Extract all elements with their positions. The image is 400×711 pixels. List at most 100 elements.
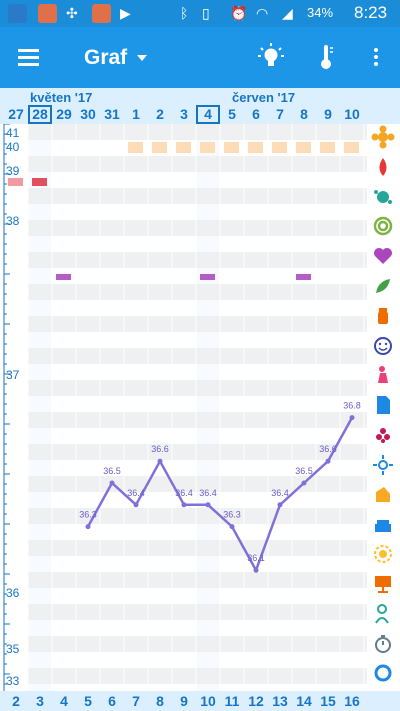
temperature-point[interactable] (205, 502, 211, 508)
cycle-day-cell: 12 (248, 693, 264, 709)
event-marker[interactable] (200, 274, 215, 280)
event-marker[interactable] (296, 274, 311, 280)
y-tick-label: 41 (6, 126, 20, 140)
symptom-marker[interactable] (128, 142, 143, 153)
battery-level: 34% (307, 5, 334, 20)
pink-figure-icon[interactable] (370, 362, 396, 388)
day-header-cell[interactable]: 2 (148, 105, 172, 124)
symptom-marker[interactable] (176, 142, 191, 153)
temperature-point[interactable] (133, 502, 139, 508)
day-header-cell[interactable]: 3 (172, 105, 196, 124)
day-header-cell[interactable]: 6 (244, 105, 268, 124)
cycle-day-cell: 16 (344, 693, 360, 709)
bandage-icon[interactable] (370, 482, 396, 508)
signal-icon: ◢ (282, 5, 293, 21)
symptom-marker[interactable] (224, 142, 239, 153)
day-header-cell[interactable]: 27 (4, 105, 28, 124)
month-header: květen '17 červen '17 (0, 88, 400, 105)
cake-icon[interactable] (370, 511, 396, 537)
menu-icon[interactable] (16, 44, 42, 70)
spark-icon[interactable] (370, 452, 396, 478)
clock: 8:23 (354, 3, 388, 22)
symptom-marker[interactable] (344, 142, 359, 153)
temperature-point[interactable] (301, 480, 307, 486)
flower-icon[interactable] (370, 124, 396, 150)
y-tick-label: 35 (6, 642, 20, 656)
smiley-icon[interactable] (370, 333, 396, 359)
cycle-day-cell: 2 (12, 693, 20, 709)
temperature-label: 36.4 (271, 488, 289, 498)
leaf-icon[interactable] (370, 273, 396, 299)
day-header-cell[interactable]: 30 (76, 105, 100, 124)
temperature-point[interactable] (229, 524, 235, 530)
document-icon[interactable] (370, 392, 396, 418)
view-selector[interactable]: Graf (84, 43, 148, 73)
cycle-icon[interactable] (370, 660, 396, 686)
month-label: červen '17 (232, 90, 296, 105)
symptom-marker[interactable] (320, 142, 335, 153)
virus-icon[interactable] (370, 184, 396, 210)
symptom-marker[interactable] (200, 142, 215, 153)
cycle-day-cell: 15 (320, 693, 336, 709)
symptom-marker[interactable] (296, 142, 311, 153)
day-header-cell[interactable]: 7 (268, 105, 292, 124)
orange-app-icon-2 (92, 4, 111, 23)
cycle-day-cell: 13 (272, 693, 288, 709)
temperature-label: 36.4 (127, 488, 145, 498)
temperature-point[interactable] (277, 502, 283, 508)
symptom-marker[interactable] (248, 142, 263, 153)
cycle-day-cell: 10 (200, 693, 216, 709)
app-bar: Graf (0, 27, 400, 88)
rings-icon[interactable] (370, 213, 396, 239)
temperature-point[interactable] (157, 458, 163, 464)
temperature-label: 36.6 (151, 444, 169, 454)
day-header-cell[interactable]: 4 (196, 105, 220, 124)
day-header-cell[interactable]: 5 (220, 105, 244, 124)
play-store-icon: ▶ (120, 5, 131, 21)
day-header-cell[interactable]: 31 (100, 105, 124, 124)
temperature-point[interactable] (109, 480, 115, 486)
p-app-icon (8, 4, 27, 23)
day-header-cell[interactable]: 1 (124, 105, 148, 124)
temperature-label: 36.3 (223, 510, 241, 520)
wifi-icon: ◠ (256, 5, 269, 21)
cycle-day-cell: 3 (36, 693, 44, 709)
temperature-label: 36.4 (175, 488, 193, 498)
temperature-label: 36.4 (199, 488, 217, 498)
cycle-day-cell: 7 (132, 693, 140, 709)
pill-bottle-icon[interactable] (370, 303, 396, 329)
gear-flower-icon[interactable] (370, 541, 396, 567)
day-header-cell[interactable]: 29 (52, 105, 76, 124)
presentation-icon[interactable] (370, 571, 396, 597)
day-header-cell[interactable]: 28 (28, 105, 52, 124)
bleeding-marker[interactable] (32, 178, 47, 186)
day-header-cell[interactable]: 9 (316, 105, 340, 124)
overflow-menu-icon[interactable] (359, 40, 393, 74)
doctor-icon[interactable] (370, 601, 396, 627)
y-tick-label: 36 (6, 586, 20, 600)
bleeding-marker[interactable] (8, 178, 23, 186)
cycle-day-cell: 9 (180, 693, 188, 709)
berry-icon[interactable] (370, 422, 396, 448)
temperature-point[interactable] (349, 415, 355, 421)
symptom-marker[interactable] (272, 142, 287, 153)
temperature-point[interactable] (181, 502, 187, 508)
day-header-cell[interactable]: 10 (340, 105, 364, 124)
thermometer-icon[interactable] (309, 40, 343, 74)
heart-icon[interactable] (370, 243, 396, 269)
event-marker[interactable] (56, 274, 71, 280)
lightbulb-icon[interactable] (254, 40, 288, 74)
month-label: květen '17 (30, 90, 93, 105)
pinwheel-icon: ✣ (66, 5, 78, 21)
timer-icon[interactable] (370, 631, 396, 657)
temperature-point[interactable] (85, 524, 91, 530)
drop-icon[interactable] (370, 154, 396, 180)
symptom-sidebar (367, 124, 400, 691)
bluetooth-icon: ᛒ (180, 5, 189, 21)
day-header-cell[interactable]: 8 (292, 105, 316, 124)
temperature-point[interactable] (325, 458, 331, 464)
orange-app-icon (38, 4, 57, 23)
temperature-point[interactable] (253, 567, 259, 573)
temperature-label: 36.5 (103, 466, 121, 476)
symptom-marker[interactable] (152, 142, 167, 153)
